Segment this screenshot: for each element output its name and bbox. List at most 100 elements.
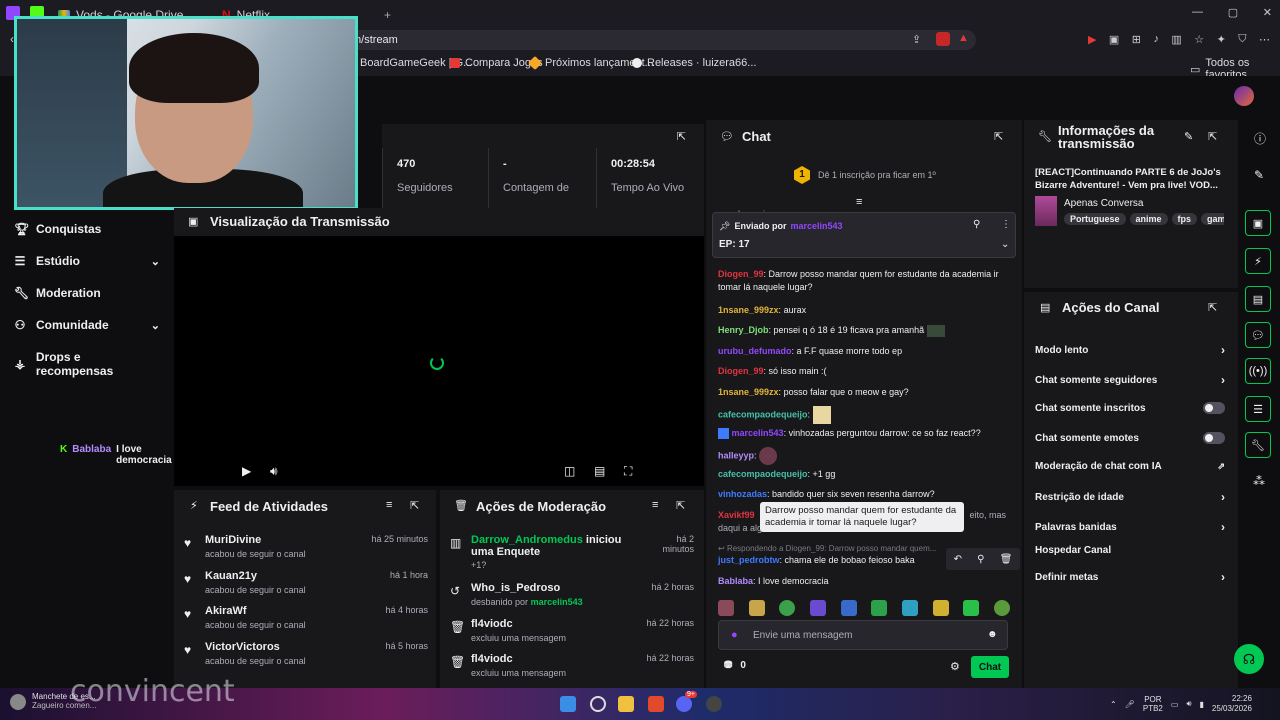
search-icon[interactable] [590,696,606,712]
file-explorer-icon[interactable] [618,696,634,712]
favorites-icon[interactable]: ☆ [1194,33,1204,46]
edit-icon[interactable]: ✎ [1184,130,1193,143]
action-banned-words[interactable]: Palavras banidas › [1035,520,1225,534]
mod-item[interactable]: ↺ Who_is_Pedroso desbanido por marcelin5… [450,582,694,616]
action-host-channel[interactable]: Hospedar Canal [1035,545,1225,556]
fullscreen-icon[interactable]: ⛶ [624,464,632,479]
emote-icon[interactable] [901,600,918,616]
network-icon[interactable]: ▭ [1171,700,1179,709]
rail-button-camera[interactable]: ▣ [1245,210,1271,236]
tag[interactable]: Portuguese [1064,213,1126,225]
rail-button-list[interactable]: ☰ [1245,396,1271,422]
youtube-ext-icon[interactable]: ▶ [1088,33,1096,46]
reader-icon[interactable]: ▣ [1109,33,1119,46]
filter-icon[interactable]: ≡ [652,499,658,511]
chat-message[interactable]: urubu_defumado: a F.F quase morre todo e… [718,345,1014,358]
delete-icon[interactable]: 🗑︎ [1000,554,1013,565]
url-field[interactable]: m/stream [340,30,976,50]
pin-icon[interactable]: ⚲ [977,554,984,565]
chat-message[interactable]: cafecompaodequeijo: +1 gg [718,468,1014,481]
emote-icon[interactable] [779,600,796,616]
action-set-goals[interactable]: Definir metas › [1035,570,1225,584]
emote-icon[interactable] [718,600,734,616]
chat-message[interactable]: marcelin543: vinhozadas perguntou darrow… [718,427,1014,440]
nav-item-conquistas[interactable]: 🏆︎ Conquistas [14,222,160,236]
feed-item[interactable]: ♥ Kauan21y acabou de seguir o canal há 1 ho… [184,570,428,604]
discord-icon[interactable]: 9+ [676,691,697,712]
action-subscribers-only[interactable]: Chat somente inscritos [1035,402,1225,414]
nav-item-comunidade[interactable]: ⚇ Comunidade ⌄ [14,318,160,332]
emoji-icon[interactable]: ☻ [987,629,998,640]
chat-message[interactable]: halleyyp: [718,447,1014,465]
nav-item-estudio[interactable]: ☰ Estúdio ⌄ [14,254,160,268]
popout-icon[interactable]: ⇱ [994,130,1003,143]
sub-goal-banner[interactable]: 1 Dê 1 inscrição pra ficar em 1º [794,166,936,184]
mic-icon[interactable]: ● [731,629,738,641]
chat-message[interactable]: Diogen_99: só isso main :( [718,365,1014,378]
tag[interactable]: anime [1129,213,1168,225]
emote-icon[interactable] [748,600,765,616]
more-icon[interactable]: ⋮ [1001,219,1011,230]
action-emotes-only[interactable]: Chat somente emotes [1035,432,1225,444]
action-ai-moderation[interactable]: Moderação de chat com IA ⇗ [1035,461,1225,472]
mod-item[interactable]: ▥ Darrow_Andromedus iniciou uma Enquete … [450,534,694,574]
unpin-icon[interactable]: ⚲ [973,219,980,230]
emote-icon[interactable] [840,600,857,616]
feed-item[interactable]: ♥ AkiraWf acabou de seguir o canal há 4 hor… [184,605,428,639]
extensions-icon[interactable]: ⁂ [1253,474,1265,488]
share-icon[interactable]: ⇪ [912,33,921,46]
tag[interactable]: fps [1171,213,1198,225]
chat-message[interactable]: Diogen_99: Darrow posso mandar quem for … [718,268,1014,294]
extension-shield-icon[interactable] [936,32,950,46]
action-age-restriction[interactable]: Restrição de idade › [1035,490,1225,504]
copilot-icon[interactable]: ✦ [1217,33,1226,46]
emote-icon[interactable] [963,600,980,616]
rail-button-lightning[interactable]: ⚡︎ [1245,248,1271,274]
miniplayer-icon[interactable]: ◫ [564,464,575,478]
chat-message[interactable]: Henry_Djob: pensei q ó 18 é 19 ficava pr… [718,324,1014,337]
rail-button-chat[interactable]: 💬︎ [1245,322,1271,348]
popout-icon[interactable]: ⇱ [676,499,685,512]
nav-item-moderation[interactable]: 🔧︎ Moderation [14,286,160,300]
volume-icon[interactable]: 🔊︎ [270,464,278,479]
mod-item[interactable]: 🗑︎ fl4viodc excluiu uma mensagem há 22 h… [450,653,694,687]
chat-send-button[interactable]: Chat [971,656,1009,678]
volume-icon[interactable]: 🔊︎ [1186,699,1191,709]
shield-icon[interactable]: ⛉ [1238,33,1246,46]
start-icon[interactable] [560,696,576,712]
menu-icon[interactable]: ⋯ [1259,33,1270,46]
emote-icon[interactable] [993,600,1010,616]
theater-icon[interactable]: ▤ [594,464,605,478]
chat-message[interactable]: vinhozadas: bandido quer six seven resen… [718,488,1014,501]
settings-icon[interactable]: ⚙ [950,660,960,673]
action-slow-mode[interactable]: Modo lento › [1035,343,1225,357]
emotes-only-toggle[interactable] [1203,432,1225,444]
popout-icon[interactable]: ⇱ [677,130,686,143]
emote-icon[interactable] [871,600,888,616]
chat-message[interactable]: 1nsane_999zx: posso falar que o meow e g… [718,386,1014,399]
minimize-icon[interactable]: — [1192,6,1203,19]
rail-button-broadcast[interactable]: ((•)) [1245,358,1271,384]
user-avatar[interactable] [1234,86,1254,106]
brave-icon[interactable] [648,696,664,712]
popout-icon[interactable]: ⇱ [1208,301,1217,314]
github-desktop-icon[interactable] [706,696,722,712]
rail-button-wrench[interactable]: 🔧︎ [1245,432,1271,458]
bookmark-releases[interactable]: Releases · luizera66... [632,57,756,69]
new-tab-button[interactable]: + [384,4,391,26]
close-icon[interactable]: ✕ [1263,6,1272,19]
rail-button-notes[interactable]: ▤ [1245,286,1271,312]
feed-item[interactable]: ♥ MuriDivine acabou de seguir o canal há 25… [184,534,428,568]
popout-icon[interactable]: ⇱ [410,499,419,512]
channel-points[interactable]: ⛃ 0 [724,660,746,671]
chat-message[interactable]: cafecompaodequeijo: [718,406,1014,424]
split-icon[interactable]: ⊞ [1132,33,1141,46]
nav-item-drops[interactable]: ⚶ Drops e recompensas [14,350,160,378]
chat-message[interactable]: 1nsane_999zx: aurax [718,304,1014,317]
battery-icon[interactable]: ▮ [1199,700,1203,709]
help-button[interactable]: ☊ [1234,644,1264,674]
subscribers-only-toggle[interactable] [1203,402,1225,414]
chevron-up-icon[interactable]: ⌃ [1110,700,1117,709]
emote-icon[interactable] [932,600,949,616]
filter-icon[interactable]: ≡ [386,499,392,511]
